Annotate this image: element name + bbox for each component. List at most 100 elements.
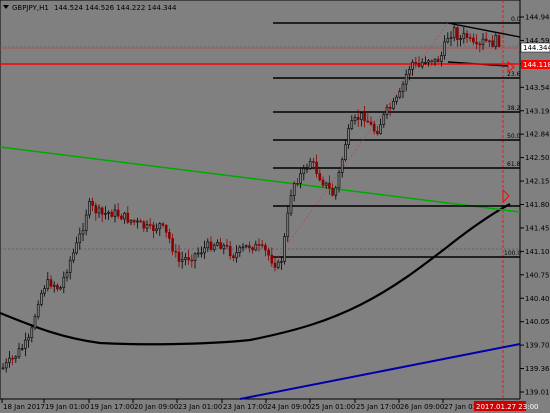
- candle-body: [203, 247, 206, 254]
- candle-body: [244, 245, 248, 248]
- candle-body: [36, 304, 40, 318]
- price-tick-label: 139.010: [525, 389, 550, 397]
- current-price-badge: 144.344: [520, 42, 550, 53]
- candle-body: [433, 58, 437, 63]
- candle-body: [363, 112, 366, 122]
- chart-header: GBPJPY,H1 144.524 144.526 144.222 144.34…: [3, 4, 177, 12]
- candle-body: [46, 279, 50, 289]
- candle-body: [299, 173, 302, 184]
- candle-body: [235, 252, 238, 259]
- candle-body: [216, 242, 219, 246]
- candle-body: [145, 224, 149, 229]
- candle-body: [232, 255, 235, 259]
- candle-body: [187, 257, 190, 261]
- time-tick-label: 19 Jan 17:00: [90, 403, 134, 411]
- candle-body: [356, 117, 360, 120]
- candle-body: [315, 161, 318, 174]
- candle-body: [184, 257, 187, 260]
- candle-body: [420, 62, 424, 67]
- candle-body: [136, 220, 139, 223]
- candle-body: [312, 161, 315, 163]
- candle-body: [17, 348, 21, 358]
- candle-body: [408, 69, 411, 75]
- candle-body: [171, 238, 174, 252]
- candle-body: [264, 245, 267, 251]
- candle-body: [446, 38, 450, 43]
- candle-body: [33, 316, 37, 329]
- price-tick-label: 141.800: [525, 201, 550, 209]
- candle-body: [372, 123, 376, 132]
- time-tick-label: 20 Jan 09:00: [134, 403, 178, 411]
- candle-body: [126, 212, 130, 223]
- candle-body: [120, 215, 123, 220]
- fib-label-100: 100.0: [504, 250, 521, 257]
- time-tick-label: 26 Jan 09:00: [400, 403, 444, 411]
- price-chart[interactable]: GBPJPY,H1 144.524 144.526 144.222 144.34…: [0, 0, 550, 413]
- time-tick-label: 23 Jan 17:00: [223, 403, 267, 411]
- candle-body: [56, 284, 59, 290]
- candle-body: [228, 245, 232, 257]
- time-axis[interactable]: 18 Jan 2017 19 Jan 01:00 19 Jan 17:00 20 Ja…: [1, 399, 488, 411]
- candle-body: [148, 224, 152, 226]
- candle-body: [417, 63, 421, 67]
- time-tick-label: 25 Jan 01:00: [311, 403, 355, 411]
- candle-body: [180, 259, 184, 262]
- price-tick-label: 139.360: [525, 365, 550, 373]
- candle-body: [308, 161, 312, 169]
- candle-body: [225, 244, 229, 247]
- candle-body: [376, 130, 379, 134]
- candle-body: [27, 337, 30, 341]
- candle-body: [404, 73, 408, 85]
- candle-body: [318, 173, 322, 181]
- time-tick-label: 18 Jan 2017: [3, 403, 45, 411]
- price-tick-label: 144.940: [525, 14, 550, 22]
- candle-body: [280, 261, 283, 263]
- price-tick-label: 139.700: [525, 342, 550, 350]
- candle-body: [142, 221, 146, 229]
- candle-body: [276, 261, 280, 268]
- candle-body: [337, 172, 341, 189]
- candle-body: [129, 220, 133, 223]
- candle-body: [100, 207, 104, 215]
- fib-label-38-2: 38.2: [507, 105, 521, 112]
- price-tick-label: 141.100: [525, 248, 550, 256]
- candle-body: [251, 247, 254, 251]
- price-tick-label: 141.450: [525, 224, 550, 232]
- candle-body: [286, 212, 290, 237]
- price-tick-label: 143.190: [525, 107, 550, 115]
- candle-body: [392, 101, 395, 109]
- candle-body: [81, 230, 85, 235]
- candle-body: [62, 276, 66, 288]
- candle-body: [436, 58, 440, 62]
- candle-body: [331, 188, 334, 196]
- candle-body: [238, 246, 242, 253]
- candle-body: [190, 259, 194, 262]
- symbol-label: GBPJPY,H1: [12, 4, 49, 12]
- candle-body: [43, 288, 46, 294]
- candle-body: [395, 96, 398, 102]
- candle-body: [30, 327, 34, 338]
- fib-label-0: 0.0: [511, 16, 521, 23]
- candle-body: [254, 244, 258, 251]
- candle-body: [97, 207, 101, 214]
- current-price-text: 144.344: [523, 44, 550, 52]
- candle-body: [241, 246, 245, 249]
- candle-body: [497, 35, 501, 47]
- candle-body: [222, 244, 226, 249]
- candle-body: [4, 362, 8, 369]
- candle-body: [289, 195, 293, 214]
- candle-body: [283, 236, 286, 262]
- candle-body: [340, 159, 344, 173]
- candle-body: [382, 114, 386, 125]
- candle-body: [174, 250, 178, 253]
- candle-body: [248, 245, 251, 249]
- candle-body: [14, 356, 18, 359]
- candle-body: [321, 179, 325, 186]
- candle-body: [88, 200, 91, 216]
- candle-body: [193, 253, 197, 262]
- candle-body: [152, 224, 155, 231]
- candle-body: [104, 212, 107, 215]
- candle-body: [200, 252, 203, 255]
- candle-body: [305, 168, 309, 170]
- candle-body: [353, 117, 357, 121]
